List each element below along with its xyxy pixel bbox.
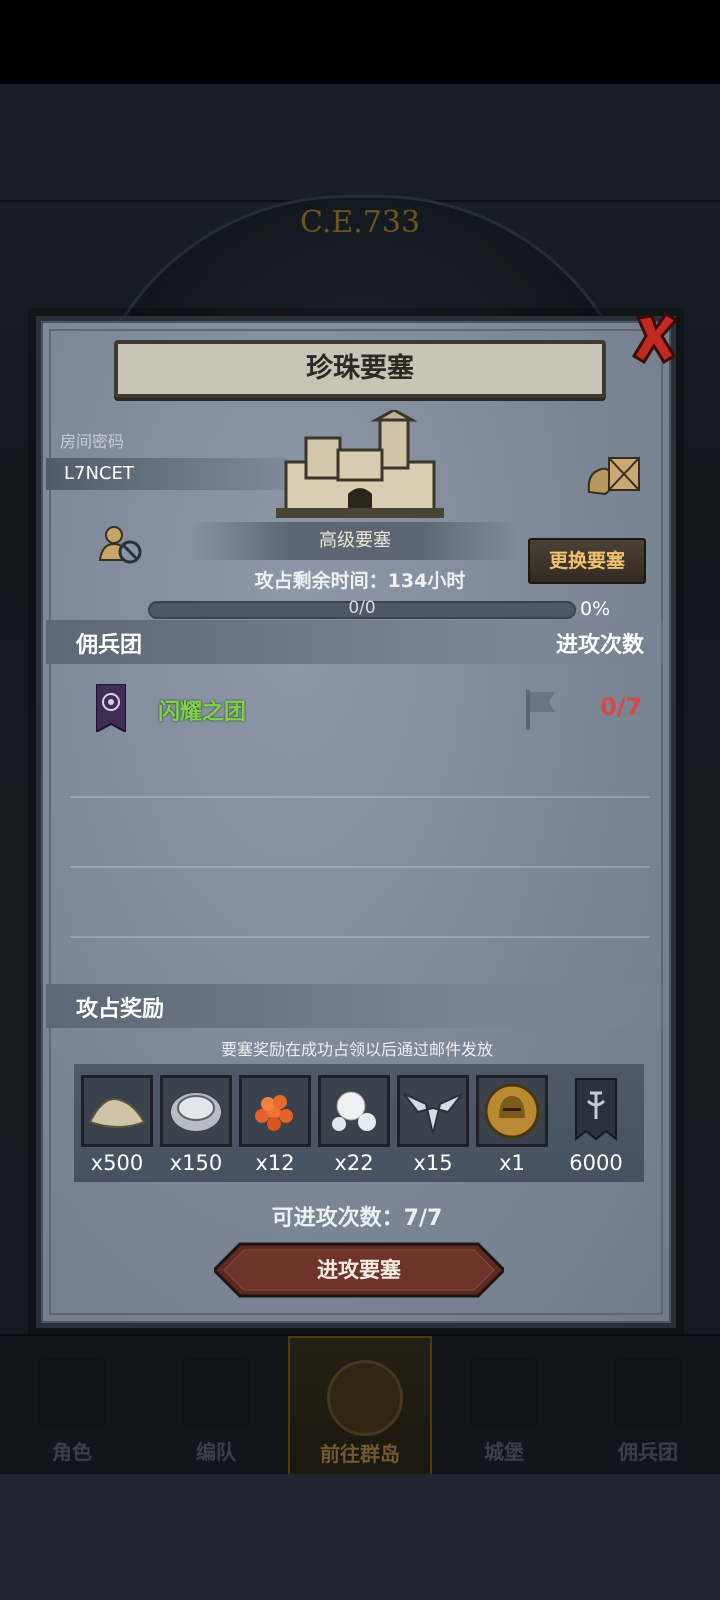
- time-remaining: 攻占剩余时间：134小时: [254, 570, 466, 592]
- guild-emblem-icon: [96, 684, 126, 732]
- row-divider: [70, 936, 650, 938]
- row-divider: [70, 796, 650, 798]
- reward-slot: [560, 1075, 632, 1147]
- fish-roe-icon: [255, 1095, 293, 1131]
- reward-item[interactable]: x12: [239, 1075, 311, 1175]
- fortress-castle-icon: [276, 410, 444, 518]
- reward-slot: [318, 1075, 390, 1147]
- pearls-icon: [332, 1091, 376, 1131]
- reward-qty: x1: [499, 1151, 525, 1175]
- attempts-remaining: 可进攻次数：7/7: [271, 1206, 443, 1231]
- reward-item[interactable]: 6000: [560, 1075, 632, 1175]
- no-owner-icon: [98, 526, 142, 564]
- mercenary-header: 佣兵团: [76, 633, 143, 658]
- room-code-label: 房间密码: [60, 432, 125, 451]
- reward-item[interactable]: x500: [81, 1075, 153, 1175]
- rewards-header: 攻占奖励: [76, 997, 165, 1022]
- status-bar-area: [0, 0, 720, 84]
- close-button[interactable]: [630, 308, 680, 366]
- reward-item[interactable]: x150: [160, 1075, 232, 1175]
- close-icon: [631, 312, 679, 365]
- reward-slot: [476, 1075, 548, 1147]
- room-code-value[interactable]: L7NCET: [64, 458, 134, 490]
- mercenary-name: 闪耀之团: [158, 700, 247, 725]
- fortress-grade: 高级要塞: [319, 530, 391, 551]
- attack-count: 0/7: [600, 693, 643, 721]
- progress-count: 0/0: [348, 598, 376, 618]
- progress-percent: 0%: [580, 598, 611, 620]
- reward-qty: 6000: [569, 1151, 623, 1175]
- dialog-title: 珍珠要塞: [306, 353, 414, 384]
- oyster-icon: [169, 1091, 223, 1133]
- knight-helmet-coin-icon: [484, 1083, 540, 1139]
- reward-slot: [397, 1075, 469, 1147]
- attack-flag-icon: [526, 690, 555, 730]
- attack-button-label: 进攻要塞: [317, 1258, 401, 1282]
- reward-item[interactable]: x22: [318, 1075, 390, 1175]
- rewards-note: 要塞奖励在成功占领以后通过邮件发放: [220, 1040, 493, 1059]
- reward-slot: [81, 1075, 153, 1147]
- guild-banner-icon: [575, 1078, 617, 1142]
- winged-emblem-icon: [403, 1093, 463, 1135]
- attack-count-header: 进攻次数: [555, 633, 644, 658]
- sand-pile-icon: [88, 1098, 146, 1128]
- bottom-margin: [0, 1474, 720, 1600]
- reward-slot: [160, 1075, 232, 1147]
- reward-item[interactable]: x15: [397, 1075, 469, 1175]
- mercenary-row[interactable]: [46, 680, 668, 748]
- row-divider: [70, 866, 650, 868]
- resource-bag-icon: [587, 457, 640, 496]
- reward-item[interactable]: x1: [476, 1075, 548, 1175]
- reward-slot: [239, 1075, 311, 1147]
